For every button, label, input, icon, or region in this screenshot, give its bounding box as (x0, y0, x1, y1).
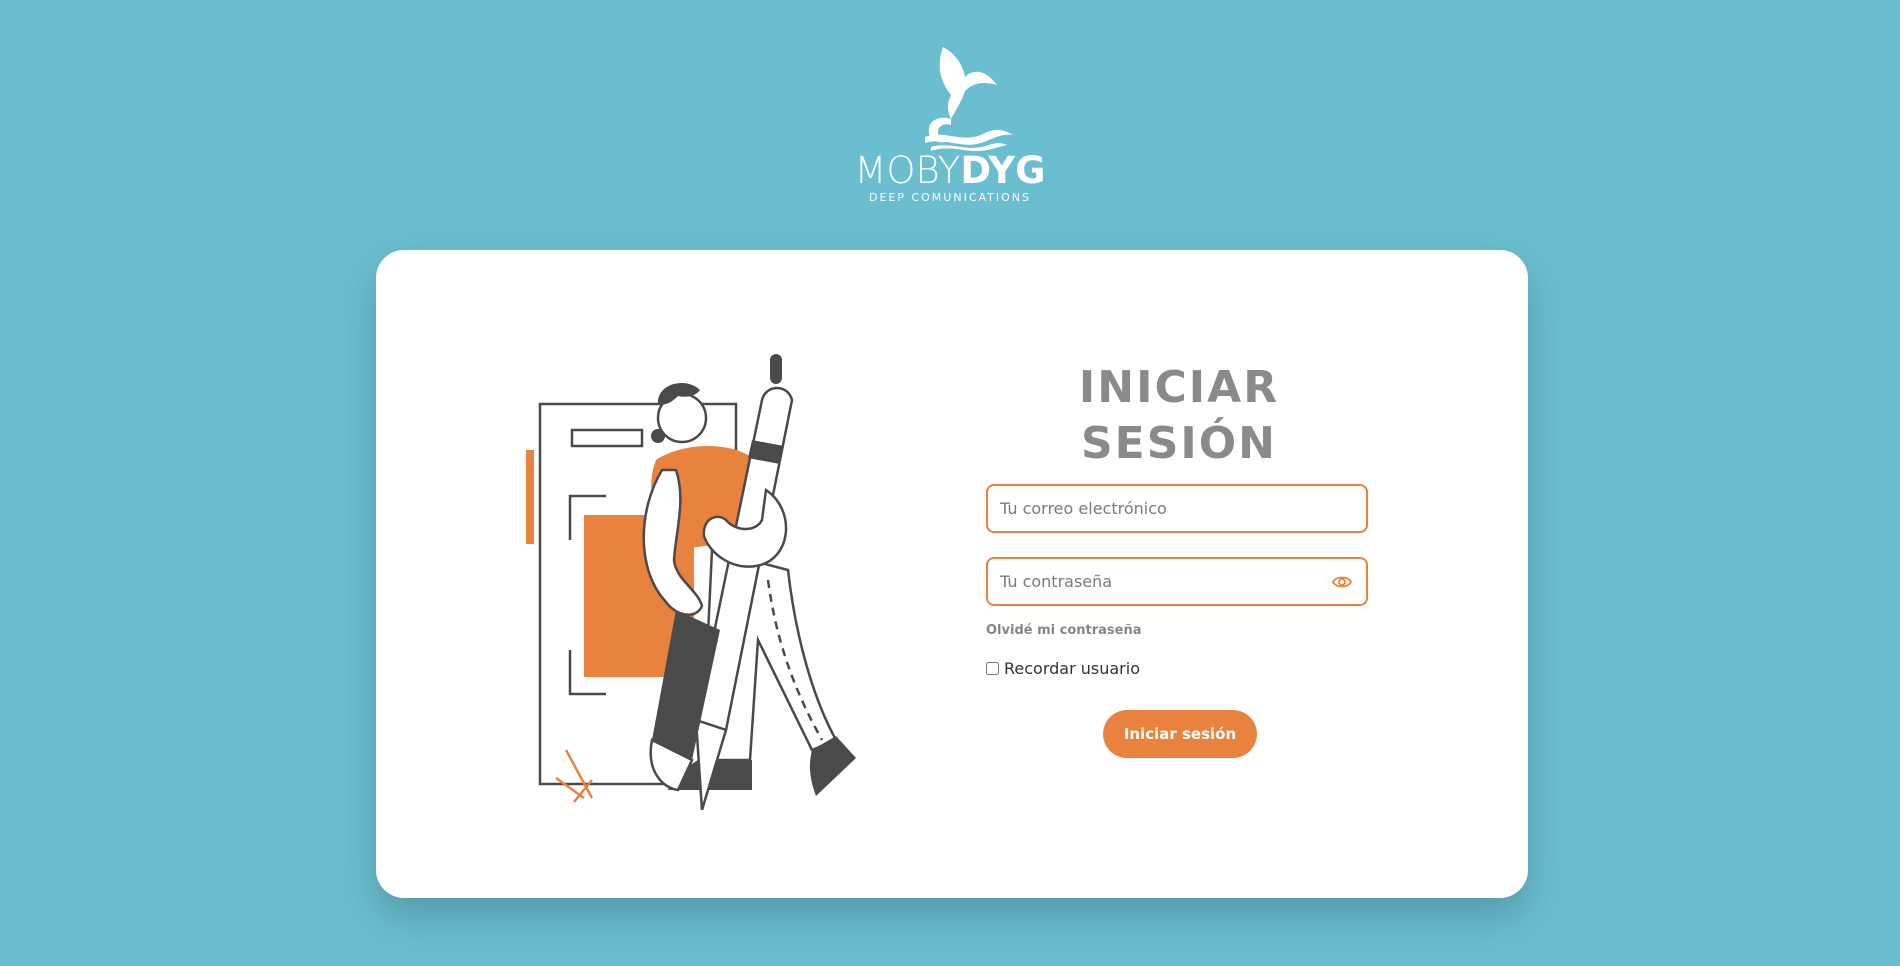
password-input[interactable] (988, 559, 1320, 604)
remember-user-label: Recordar usuario (1004, 659, 1140, 678)
password-field[interactable] (986, 557, 1368, 606)
brand-tagline: DEEP COMUNICATIONS (868, 191, 1032, 204)
remember-user-checkbox[interactable] (986, 662, 999, 675)
email-input[interactable] (988, 486, 1320, 531)
login-page: MOBYDYG DEEP COMUNICATIONS INICIAR SESIÓ… (0, 0, 1900, 966)
brand-wordmark: MOBYDYG (850, 152, 1050, 189)
remember-user-option[interactable]: Recordar usuario (986, 659, 1140, 678)
login-card: INICIAR SESIÓN Olvidé mi contraseña Reco… (376, 250, 1528, 898)
brand-logo: MOBYDYG DEEP COMUNICATIONS (850, 45, 1050, 205)
person-with-pencil-illustration (526, 354, 856, 810)
login-title: INICIAR SESIÓN (1078, 362, 1280, 469)
login-submit-button[interactable]: Iniciar sesión (1103, 710, 1257, 758)
eye-icon[interactable] (1332, 573, 1352, 591)
forgot-password-link[interactable]: Olvidé mi contraseña (986, 623, 1142, 638)
brand-name-light: MOBY (854, 149, 961, 192)
whale-tail-logo-icon (925, 47, 1013, 151)
login-form: INICIAR SESIÓN Olvidé mi contraseña Reco… (986, 360, 1372, 758)
email-field[interactable] (986, 484, 1368, 533)
brand-name-bold: DYG (960, 149, 1046, 192)
